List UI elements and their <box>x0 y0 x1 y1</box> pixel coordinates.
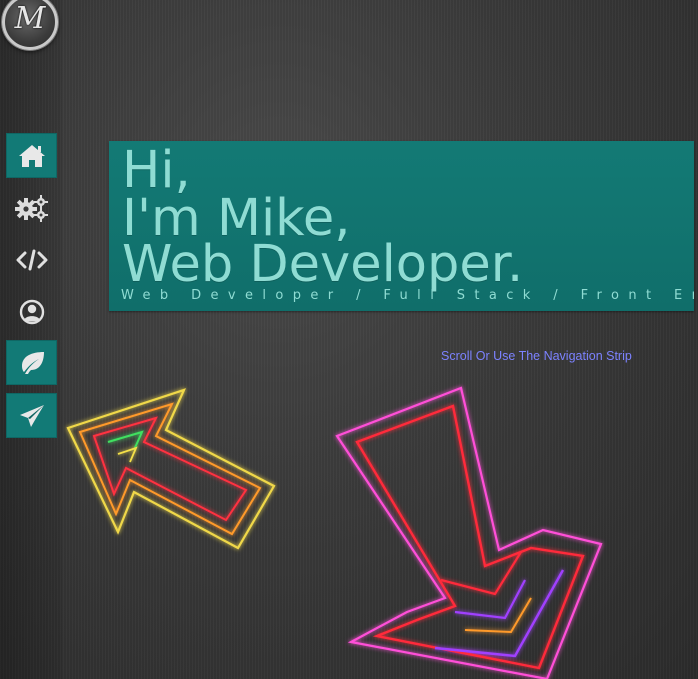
nav-services-button[interactable] <box>6 185 57 230</box>
nav-contact-button[interactable] <box>6 393 57 438</box>
leaf-icon <box>21 351 44 374</box>
scroll-hint: Scroll Or Use The Navigation Strip <box>441 349 632 363</box>
hero-subtitle: Web Developer / Full Stack / Front End <box>121 288 694 303</box>
nav-home-button[interactable] <box>6 133 57 178</box>
nav-leaf-button[interactable] <box>6 340 57 385</box>
hero-greeting: Hi, <box>122 141 191 200</box>
code-icon <box>16 249 47 270</box>
gears-icon <box>14 194 48 222</box>
nav-about-button[interactable] <box>6 289 57 334</box>
nav-code-button[interactable] <box>6 237 57 282</box>
home-icon <box>18 144 45 167</box>
paper-plane-icon <box>19 404 44 427</box>
logo-letter: M <box>14 1 46 36</box>
hero-banner: Hi, I'm Mike, Web Developer. Web Develop… <box>109 141 694 311</box>
neon-arrow-up-left-icon <box>66 388 276 550</box>
neon-arrow-down-right-icon <box>335 386 603 679</box>
navigation-strip: M <box>0 0 62 679</box>
logo-badge[interactable]: M <box>2 0 58 50</box>
hero-role: Web Developer. <box>122 235 524 294</box>
user-circle-icon <box>19 299 44 324</box>
